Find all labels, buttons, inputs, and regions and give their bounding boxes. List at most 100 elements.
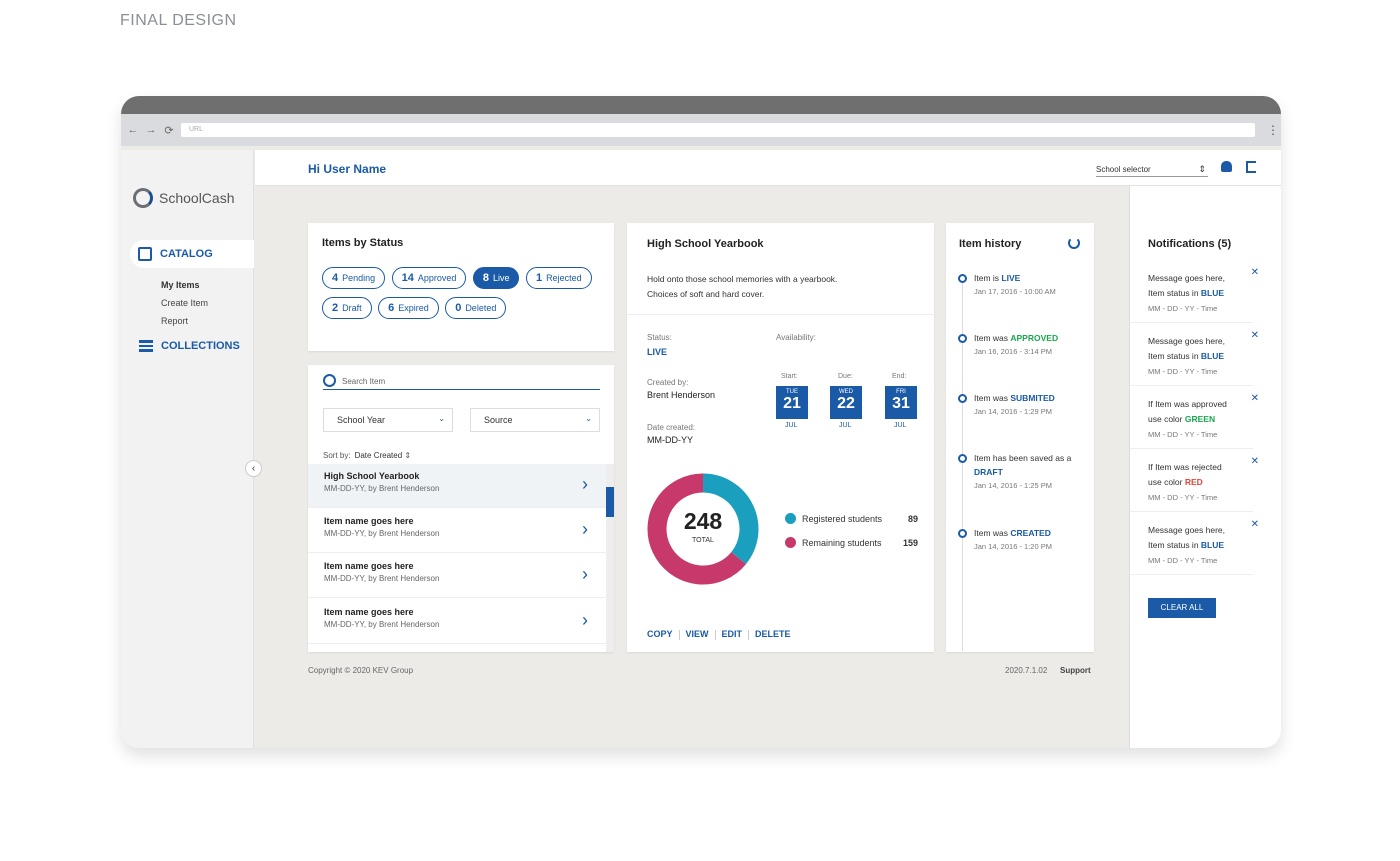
item-meta: MM-DD-YY, by Brent Henderson [324,620,440,629]
legend-swatch [785,537,796,548]
notification-item: Message goes here, Item status in BLUE MM … [1130,323,1259,386]
event-prefix: Item was [974,333,1011,343]
detail-actions: COPY VIEW EDIT DELETE [647,629,791,640]
list-item[interactable]: Item name goes here MM-DD-YY, by Brent H… [308,509,606,553]
dismiss-icon[interactable]: ✕ [1251,517,1259,532]
pill-expired[interactable]: 6 Expired [378,297,439,319]
list-item[interactable]: Item name goes here MM-DD-YY, by Brent H… [308,554,606,598]
notification-keyword: BLUE [1200,288,1225,298]
notification-keyword: GREEN [1184,414,1216,424]
browser-menu-icon[interactable]: ⋮ [1267,123,1279,137]
desc-line: Choices of soft and hard cover. [647,289,765,299]
notification-line: Item status in BLUE [1148,538,1253,553]
brand-name: SchoolCash [159,190,235,206]
forward-icon[interactable]: → [145,124,157,136]
pill-approved[interactable]: 14 Approved [391,267,467,289]
day-number: 22 [837,395,855,412]
subnav-report[interactable]: Report [161,312,208,330]
separator [678,630,680,640]
detail-description: Hold onto those school memories with a y… [647,272,837,302]
subnav-create-item[interactable]: Create Item [161,294,208,312]
notification-keyword: BLUE [1200,351,1225,361]
item-name: High School Yearbook [324,471,420,481]
event-time: Jan 17, 2016 - 10:00 AM [974,287,1056,296]
subnav-my-items[interactable]: My Items [161,276,208,294]
sidebar-item-collections[interactable]: COLLECTIONS [139,340,240,352]
list-scrollbar-thumb[interactable] [606,487,614,517]
collapse-sidebar-button[interactable]: ‹ [245,460,262,477]
browser-window: ← → ⟳ URL ⋮ SchoolCash CATALOG My Items … [121,96,1281,748]
version: 2020.7.1.02 [1005,666,1048,675]
item-detail-card: High School Yearbook Hold onto those sch… [627,223,934,652]
event-text: Item was CREATED [959,526,1079,540]
view-button[interactable]: VIEW [686,629,709,640]
delete-button[interactable]: DELETE [755,629,791,640]
refresh-icon[interactable] [1068,237,1080,249]
list-item[interactable]: Item name goes here MM-DD-YY, by Brent H… [308,600,606,644]
event-time: Jan 16, 2016 - 3:14 PM [974,347,1052,356]
top-bar: Hi User Name School selector ⇕ [255,150,1281,186]
event-status: CREATED [1010,528,1051,538]
edit-button[interactable]: EDIT [722,629,743,640]
brand-logo[interactable]: SchoolCash [133,188,235,208]
detail-title: High School Yearbook [647,238,764,250]
copy-button[interactable]: COPY [647,629,673,640]
legend-registered: Registered students 89 [785,513,918,524]
notification-prefix: Item status in [1148,288,1201,298]
field-value: MM-DD-YY [647,435,693,445]
notification-line: Message goes here, [1148,273,1226,283]
bell-icon[interactable] [1221,161,1232,172]
event-status: SUBMITED [1010,393,1055,403]
notification-line: use color RED [1148,475,1253,490]
event-text: Item was SUBMITED [959,391,1079,405]
legend-swatch [785,513,796,524]
notification-item: Message goes here, Item status in BLUE MM … [1130,512,1259,575]
field-value: Brent Henderson [647,390,716,400]
pill-rejected[interactable]: 1 Rejected [525,267,592,289]
pill-draft[interactable]: 2 Draft [322,297,372,319]
dismiss-icon[interactable]: ✕ [1251,454,1259,469]
dismiss-icon[interactable]: ✕ [1251,391,1259,406]
notification-line: Message goes here, [1148,525,1226,535]
logout-icon[interactable] [1246,161,1256,173]
school-year-select[interactable]: School Year ⌄ [323,408,453,432]
history-event: Item was APPROVED Jan 16, 2016 - 3:14 PM [958,331,1079,359]
history-title: Item history [959,238,1022,250]
notification-prefix: Item status in [1148,351,1201,361]
event-time: Jan 14, 2016 - 1:25 PM [974,481,1052,490]
reload-icon[interactable]: ⟳ [163,124,175,137]
item-list-card: Search Item School Year ⌄ Source ⌄ Sort by… [308,365,614,652]
dismiss-icon[interactable]: ✕ [1251,328,1259,343]
search-icon [323,374,336,387]
window-titlebar [121,96,1281,114]
copyright: Copyright © 2020 KEV Group [308,666,414,675]
chevron-down-icon: ⌄ [438,414,445,423]
sort-control[interactable]: Sort by: Date Created ⇕ [323,451,411,460]
notifications-panel: Notifications (5) Message goes here, Item… [1129,186,1281,748]
school-selector[interactable]: School selector ⇕ [1096,164,1208,177]
notification-line: Message goes here, [1148,336,1226,346]
sidebar-item-label: COLLECTIONS [161,340,240,352]
pill-deleted[interactable]: 0 Deleted [445,297,507,319]
source-select[interactable]: Source ⌄ [470,408,600,432]
dismiss-icon[interactable]: ✕ [1251,265,1259,280]
sidebar-item-catalog[interactable]: CATALOG [130,240,254,268]
search-input[interactable]: Search Item [323,374,600,390]
support-link[interactable]: Support [1060,666,1091,675]
item-name: Item name goes here [324,607,414,617]
shopping-bag-icon [138,247,152,261]
desc-line: Hold onto those school memories with a y… [647,274,838,284]
pill-live[interactable]: 8 Live [472,267,520,289]
history-event: Item has been saved as a DRAFT Jan 14, 20… [958,451,1079,493]
status-field: Status: LIVE [647,333,672,357]
list-item[interactable]: High School Yearbook MM-DD-YY, by Brent … [308,464,606,508]
notifications-title: Notifications (5) [1148,238,1232,250]
items-by-status-card: Items by Status 4 Pending 14 Approved 8 Liv… [308,223,614,351]
legend-label: Registered students [802,513,883,524]
clear-all-button[interactable]: CLEAR ALL [1148,598,1216,618]
notification-time: MM - DD - YY - Time [1148,556,1218,565]
url-input[interactable]: URL [181,123,1255,137]
back-icon[interactable]: ← [127,124,139,136]
pill-pending[interactable]: 4 Pending [322,267,386,289]
chevron-right-icon: › [582,474,588,494]
